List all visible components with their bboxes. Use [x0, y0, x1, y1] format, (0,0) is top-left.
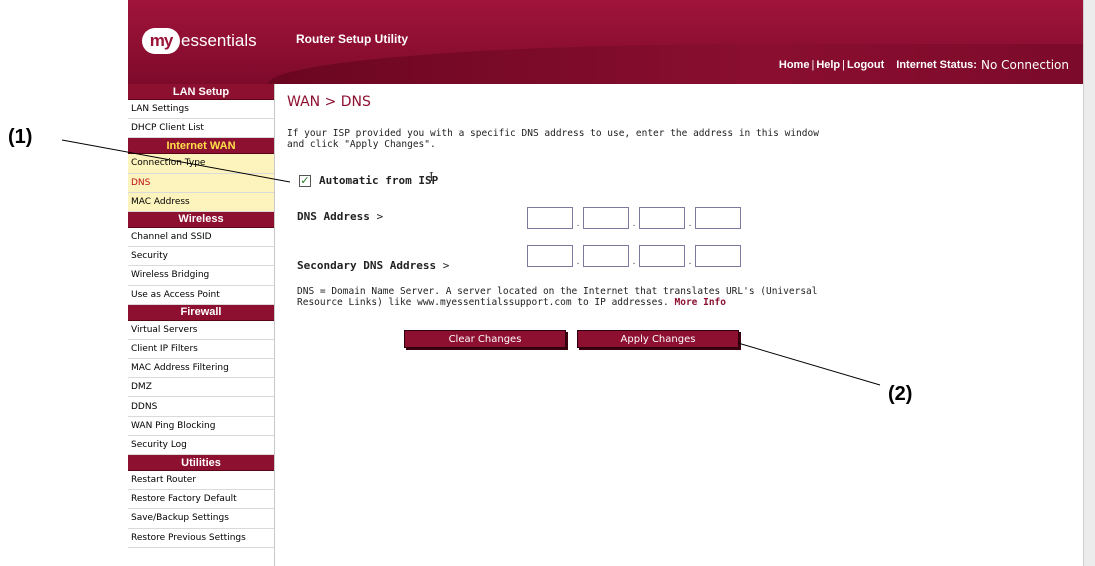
help-link[interactable]: Help: [816, 59, 840, 71]
secondary-dns-octet-2[interactable]: [583, 245, 629, 267]
dns-address-label-text: DNS Address: [297, 210, 370, 223]
automatic-from-isp-checkbox[interactable]: ✓: [299, 174, 311, 187]
sidebar-item-client-ip-filters[interactable]: Client IP Filters: [128, 340, 274, 360]
dns-octet-3[interactable]: [639, 207, 685, 229]
octet-dot: .: [688, 257, 692, 267]
sidebar-item-access-point[interactable]: Use as Access Point: [128, 286, 274, 305]
dns-octet-1[interactable]: [527, 207, 573, 229]
sidebar-item-wireless-bridging[interactable]: Wireless Bridging: [128, 266, 274, 286]
text-cursor-icon: I: [429, 170, 434, 184]
secondary-dns-input-group: . . .: [527, 245, 741, 267]
sidebar-item-save-backup[interactable]: Save/Backup Settings: [128, 509, 274, 529]
vertical-scrollbar[interactable]: [1083, 0, 1095, 566]
nav-separator: |: [811, 59, 815, 71]
app-title: Router Setup Utility: [296, 32, 409, 46]
sidebar-item-restore-previous[interactable]: Restore Previous Settings: [128, 529, 274, 548]
logo-text: essentials: [181, 31, 257, 50]
octet-dot: .: [576, 257, 580, 267]
top-nav: Home | Help | Logout Internet Status: No…: [779, 58, 1069, 72]
sidebar-section-wireless: Wireless: [128, 211, 274, 228]
home-link[interactable]: Home: [779, 59, 810, 71]
automatic-from-isp-row[interactable]: ✓ Automatic from ISP: [299, 174, 438, 187]
logo: my essentials: [142, 26, 257, 56]
dns-description-line-2-text: Resource Links) like www.myessentialssup…: [297, 297, 669, 308]
sidebar-item-virtual-servers[interactable]: Virtual Servers: [128, 321, 274, 340]
sidebar-item-dmz[interactable]: DMZ: [128, 378, 274, 398]
octet-dot: .: [576, 219, 580, 229]
sidebar-section-utilities: Utilities: [128, 455, 274, 471]
dns-description: DNS = Domain Name Server. A server locat…: [297, 286, 887, 308]
internet-status-label: Internet Status:: [896, 59, 977, 71]
dns-address-input-group: . . .: [527, 207, 741, 229]
callout-1: (1): [8, 126, 33, 148]
sidebar-item-dns[interactable]: DNS: [128, 173, 274, 193]
sidebar-item-lan-settings[interactable]: LAN Settings: [128, 100, 274, 120]
sidebar-item-ddns[interactable]: DDNS: [128, 397, 274, 417]
header: my essentials Router Setup Utility Home …: [128, 0, 1088, 84]
secondary-dns-octet-3[interactable]: [639, 245, 685, 267]
breadcrumb: WAN > DNS: [287, 94, 371, 110]
automatic-from-isp-label[interactable]: Automatic from ISP: [319, 174, 438, 187]
dns-octet-4[interactable]: [695, 207, 741, 229]
sidebar-item-mac-filtering[interactable]: MAC Address Filtering: [128, 359, 274, 379]
label-arrow: >: [376, 210, 384, 223]
octet-dot: .: [632, 257, 636, 267]
sidebar-item-dhcp-client-list[interactable]: DHCP Client List: [128, 119, 274, 139]
sidebar-item-security[interactable]: Security: [128, 247, 274, 267]
secondary-dns-label-text: Secondary DNS Address: [297, 259, 437, 272]
sidebar-item-restart-router[interactable]: Restart Router: [128, 471, 274, 491]
sidebar-item-channel-ssid[interactable]: Channel and SSID: [128, 228, 274, 248]
octet-dot: .: [688, 219, 692, 229]
sidebar-section-firewall: Firewall: [128, 304, 274, 321]
sidebar-item-restore-factory[interactable]: Restore Factory Default: [128, 490, 274, 510]
logout-link[interactable]: Logout: [847, 59, 884, 71]
more-info-link[interactable]: More Info: [675, 297, 726, 308]
logo-badge: my: [142, 28, 180, 54]
browser-frame: my essentials Router Setup Utility Home …: [128, 0, 1095, 566]
internet-status-value: No Connection: [980, 58, 1069, 72]
secondary-dns-octet-1[interactable]: [527, 245, 573, 267]
dns-description-line-1: DNS = Domain Name Server. A server locat…: [297, 286, 818, 297]
sidebar-item-security-log[interactable]: Security Log: [128, 436, 274, 455]
sidebar-item-connection-type[interactable]: Connection Type: [128, 154, 274, 174]
sidebar-section-lan-setup: LAN Setup: [128, 84, 274, 100]
intro-line-2: and click "Apply Changes".: [287, 139, 436, 150]
intro-text: If your ISP provided you with a specific…: [287, 128, 847, 150]
nav-separator: |: [842, 59, 846, 71]
dns-octet-2[interactable]: [583, 207, 629, 229]
secondary-dns-label: Secondary DNS Address >: [297, 259, 449, 272]
apply-changes-button[interactable]: Apply Changes: [577, 330, 739, 348]
sidebar-item-wan-ping-blocking[interactable]: WAN Ping Blocking: [128, 417, 274, 436]
intro-line-1: If your ISP provided you with a specific…: [287, 128, 819, 139]
dns-description-line-2: Resource Links) like www.myessentialssup…: [297, 297, 887, 308]
dns-address-label: DNS Address >: [297, 210, 383, 223]
label-arrow: >: [442, 259, 450, 272]
clear-changes-button[interactable]: Clear Changes: [404, 330, 566, 348]
sidebar-section-internet-wan: Internet WAN: [128, 138, 274, 155]
octet-dot: .: [632, 219, 636, 229]
callout-2: (2): [888, 383, 913, 405]
secondary-dns-octet-4[interactable]: [695, 245, 741, 267]
sidebar: LAN Setup LAN Settings DHCP Client List …: [128, 84, 275, 566]
sidebar-item-mac-address[interactable]: MAC Address: [128, 192, 274, 212]
